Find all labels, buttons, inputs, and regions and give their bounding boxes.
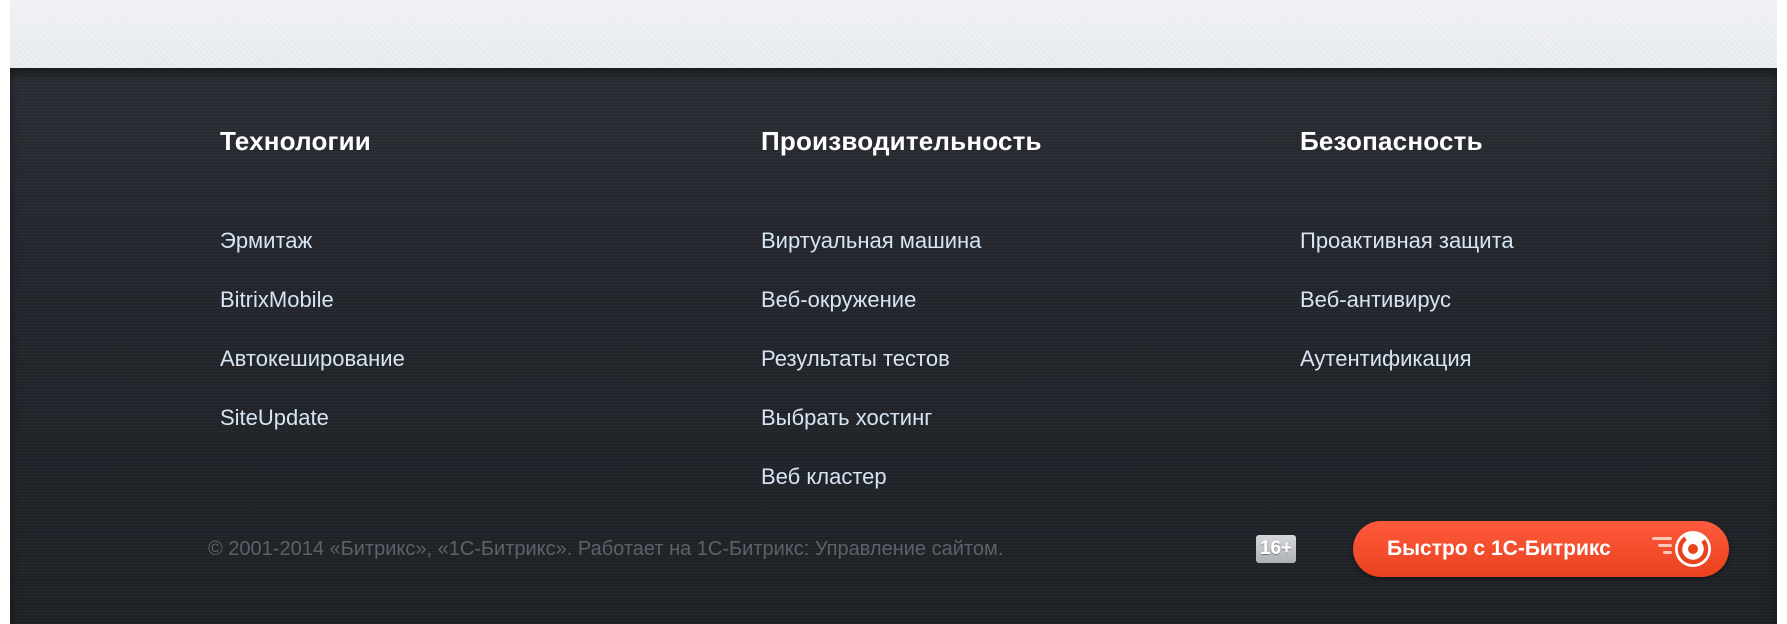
bitrix-promo-label: Быстро с 1С-Битрикс <box>1387 537 1611 560</box>
top-strip <box>10 0 1777 68</box>
column-title-performance: Производительность <box>761 126 1042 156</box>
footer-column-security: Безопасность Проактивная защита Веб-анти… <box>1300 126 1514 405</box>
bitrix-logo-icon <box>1675 531 1711 567</box>
link-proactive-protection[interactable]: Проактивная защита <box>1300 228 1514 253</box>
link-authentication[interactable]: Аутентификация <box>1300 346 1472 371</box>
footer-column-performance: Производительность Виртуальная машина Ве… <box>761 126 1042 523</box>
site-footer: Технологии Эрмитаж BitrixMobile Автокеши… <box>10 68 1777 624</box>
link-list-technologies: Эрмитаж BitrixMobile Автокеширование Sit… <box>220 228 405 464</box>
footer-column-technologies: Технологии Эрмитаж BitrixMobile Автокеши… <box>220 126 405 464</box>
link-choose-hosting[interactable]: Выбрать хостинг <box>761 405 932 430</box>
link-web-cluster[interactable]: Веб кластер <box>761 464 887 489</box>
link-test-results[interactable]: Результаты тестов <box>761 346 950 371</box>
column-title-security: Безопасность <box>1300 126 1483 156</box>
link-bitrixmobile[interactable]: BitrixMobile <box>220 287 334 312</box>
age-rating-badge: 16+ <box>1256 535 1296 563</box>
link-list-security: Проактивная защита Веб-антивирус Аутенти… <box>1300 228 1514 405</box>
copyright-text: © 2001-2014 «Битрикс», «1С-Битрикс». Раб… <box>208 538 1004 560</box>
link-siteupdate[interactable]: SiteUpdate <box>220 405 329 430</box>
link-web-environment[interactable]: Веб-окружение <box>761 287 916 312</box>
link-virtual-machine[interactable]: Виртуальная машина <box>761 228 981 253</box>
page: Технологии Эрмитаж BitrixMobile Автокеши… <box>0 0 1787 624</box>
bitrix-promo-button[interactable]: Быстро с 1С-Битрикс <box>1353 521 1729 577</box>
link-web-antivirus[interactable]: Веб-антивирус <box>1300 287 1451 312</box>
speed-lines-icon <box>1650 537 1672 557</box>
link-ermitazh[interactable]: Эрмитаж <box>220 228 312 253</box>
column-title-technologies: Технологии <box>220 126 371 156</box>
link-list-performance: Виртуальная машина Веб-окружение Результ… <box>761 228 1042 523</box>
link-autocaching[interactable]: Автокеширование <box>220 346 405 371</box>
